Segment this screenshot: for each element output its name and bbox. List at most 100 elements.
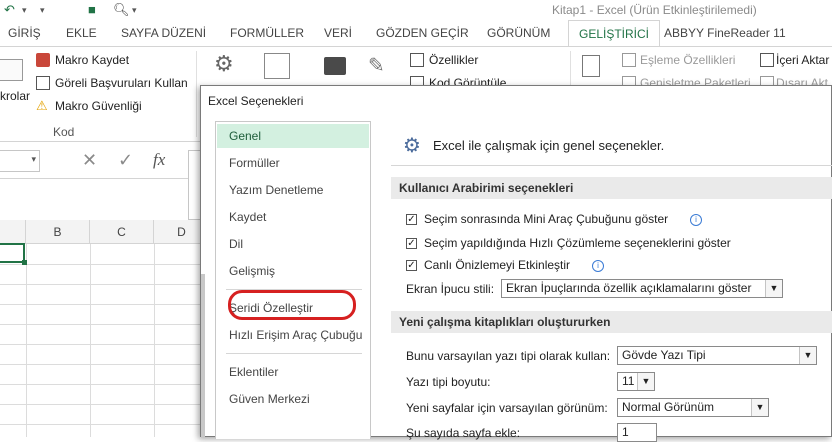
undo-icon[interactable]: ↶: [4, 2, 15, 18]
group-divider: [196, 51, 197, 137]
tab-abbyy[interactable]: ABBYY FineReader 11: [664, 26, 786, 40]
source-icon[interactable]: [582, 55, 600, 77]
print-preview-icon[interactable]: 🔍︎: [113, 2, 130, 18]
default-font-select[interactable]: Gövde Yazı Tipi ▼: [617, 346, 817, 365]
screentip-select[interactable]: Ekran İpuçlarında özellik açıklamalarını…: [501, 279, 783, 298]
tab-insert[interactable]: EKLE: [66, 26, 97, 40]
redo-dropdown-icon[interactable]: ▾: [40, 5, 45, 16]
worksheet-grid[interactable]: B C D: [0, 220, 210, 437]
name-box[interactable]: ▾: [0, 150, 40, 172]
fill-handle[interactable]: [22, 260, 27, 265]
tab-home[interactable]: GİRİŞ: [8, 26, 41, 40]
nav-item-advanced[interactable]: Gelişmiş: [217, 259, 369, 283]
enter-icon[interactable]: ✓: [118, 150, 133, 171]
import-button[interactable]: İçeri Aktar: [776, 53, 829, 67]
title-bar: ↶ ▾ ▾ ■ 🔍︎ ▾ Kitap1 - Excel (Ürün Etkinl…: [0, 0, 832, 20]
add-ins-gear-icon[interactable]: ⚙: [214, 51, 234, 77]
tab-page-layout[interactable]: SAYFA DÜZENİ: [121, 26, 206, 40]
formula-bar: ▾ ✕ ✓ fx: [0, 142, 210, 220]
font-size-label: Yazı tipi boyutu:: [406, 375, 491, 389]
new-workbook-section: Yeni çalışma kitaplıkları oluştururken: [391, 311, 832, 333]
nav-item-formulas[interactable]: Formüller: [217, 151, 369, 175]
macros-button[interactable]: krolar: [0, 89, 30, 103]
record-macro-button[interactable]: Makro Kaydet: [55, 53, 129, 67]
tab-formulas[interactable]: FORMÜLLER: [230, 26, 304, 40]
import-icon: [760, 53, 774, 67]
properties-icon: [410, 53, 424, 67]
grid-line: [90, 244, 91, 437]
grid-line: [0, 404, 210, 405]
default-view-value: Normal Görünüm: [622, 400, 715, 414]
nav-item-language[interactable]: Dil: [217, 232, 369, 256]
nav-item-trust-center[interactable]: Güven Merkezi: [217, 387, 369, 411]
font-size-value: 11: [622, 374, 635, 388]
tab-review[interactable]: GÖZDEN GEÇİR: [376, 26, 469, 40]
grid-line: [0, 424, 210, 425]
cancel-icon[interactable]: ✕: [82, 150, 97, 171]
nav-item-add-ins[interactable]: Eklentiler: [217, 360, 369, 384]
grid-line: [0, 304, 210, 305]
live-preview-info-icon[interactable]: i: [589, 258, 604, 272]
nav-item-general[interactable]: Genel: [217, 124, 369, 148]
header-divider: [391, 165, 832, 166]
excel-options-dialog: Excel Seçenekleri Genel Formüller Yazım …: [200, 85, 832, 442]
grid-line: [0, 284, 210, 285]
tab-data[interactable]: VERİ: [324, 26, 352, 40]
macro-security-button[interactable]: Makro Güvenliği: [55, 99, 142, 113]
live-preview-label: Canlı Önizlemeyi Etkinleştir: [424, 258, 571, 272]
com-add-ins-icon[interactable]: [264, 53, 290, 79]
macro-security-icon: ⚠: [36, 98, 48, 113]
options-content: ⚙ Excel ile çalışmak için genel seçenekl…: [379, 121, 832, 442]
mini-toolbar-info-icon[interactable]: i: [687, 212, 702, 226]
live-preview-checkbox[interactable]: ✓: [406, 260, 417, 271]
grid-line: [0, 324, 210, 325]
dialog-title: Excel Seçenekleri: [208, 94, 304, 108]
sheet-count-stepper[interactable]: 1: [617, 423, 657, 442]
tab-view[interactable]: GÖRÜNÜM: [487, 26, 550, 40]
map-properties-icon: [622, 53, 636, 67]
properties-button[interactable]: Özellikler: [429, 53, 478, 67]
relative-refs-icon: [36, 76, 50, 90]
map-properties-button[interactable]: Eşleme Özellikleri: [640, 53, 735, 67]
design-mode-icon[interactable]: ✎: [368, 53, 385, 78]
macros-icon: [0, 59, 23, 81]
dialog-title-bar[interactable]: Excel Seçenekleri: [201, 86, 831, 118]
nav-separator: [226, 353, 362, 354]
save-icon[interactable]: ■: [88, 2, 96, 17]
font-size-select[interactable]: 11 ▼: [617, 372, 655, 391]
nav-item-save[interactable]: Kaydet: [217, 205, 369, 229]
nav-item-proofing[interactable]: Yazım Denetleme: [217, 178, 369, 202]
chevron-down-icon[interactable]: ▼: [765, 280, 782, 297]
name-box-dropdown-icon[interactable]: ▾: [31, 154, 36, 165]
options-nav: Genel Formüller Yazım Denetleme Kaydet D…: [215, 121, 371, 439]
grid-line: [0, 364, 210, 365]
grid-line: [0, 384, 210, 385]
insert-function-icon[interactable]: fx: [153, 150, 165, 170]
record-macro-icon: [36, 53, 50, 67]
insert-controls-icon[interactable]: [324, 57, 346, 75]
default-view-select[interactable]: Normal Görünüm ▼: [617, 398, 769, 417]
column-header-b[interactable]: B: [26, 220, 90, 244]
chevron-down-icon[interactable]: ▼: [799, 347, 816, 364]
highlight-circle: [228, 290, 356, 320]
grid-line: [26, 244, 27, 437]
mini-toolbar-label: Seçim sonrasında Mini Araç Çubuğunu göst…: [424, 212, 669, 226]
column-header-a[interactable]: [0, 220, 26, 244]
default-font-value: Gövde Yazı Tipi: [622, 348, 706, 362]
undo-dropdown-icon[interactable]: ▾: [22, 5, 27, 16]
nav-item-quick-access-toolbar[interactable]: Hızlı Erişim Araç Çubuğu: [217, 323, 369, 347]
relative-refs-button[interactable]: Göreli Başvuruları Kullan: [55, 76, 188, 90]
tab-developer[interactable]: GELİŞTİRİCİ: [568, 20, 661, 46]
chevron-down-icon[interactable]: ▼: [637, 373, 654, 390]
grid-line: [154, 244, 155, 437]
quick-analysis-label: Seçim yapıldığında Hızlı Çözümleme seçen…: [424, 236, 731, 250]
customize-qat-icon[interactable]: ▾: [132, 5, 137, 16]
ribbon-tabs: GİRİŞ EKLE SAYFA DÜZENİ FORMÜLLER VERİ G…: [0, 20, 832, 46]
column-header-c[interactable]: C: [90, 220, 154, 244]
nav-scrollbar[interactable]: [201, 274, 205, 438]
quick-analysis-checkbox[interactable]: ✓: [406, 238, 417, 249]
screentip-value: Ekran İpuçlarında özellik açıklamalarını…: [506, 281, 752, 295]
default-font-label: Bunu varsayılan yazı tipi olarak kullan:: [406, 349, 611, 363]
mini-toolbar-checkbox[interactable]: ✓: [406, 214, 417, 225]
chevron-down-icon[interactable]: ▼: [751, 399, 768, 416]
